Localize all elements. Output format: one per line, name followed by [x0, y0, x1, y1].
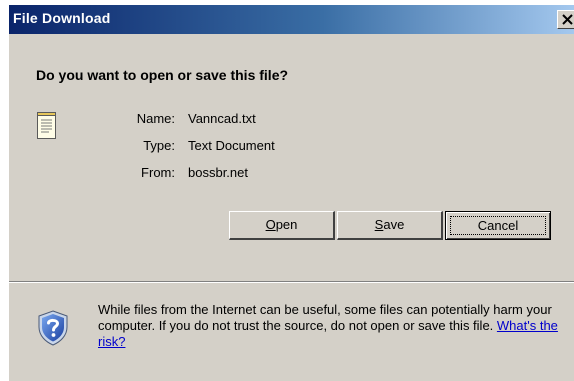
separator [9, 281, 574, 283]
close-button[interactable] [557, 10, 574, 29]
window-title: File Download [13, 10, 111, 26]
name-label: Name: [136, 111, 175, 126]
cancel-button[interactable]: Cancel [445, 211, 551, 240]
file-download-dialog: File Download Do you want to open or sav… [9, 5, 574, 381]
from-label: From: [141, 165, 175, 180]
text-document-icon [37, 112, 56, 139]
security-shield-question-icon [38, 310, 68, 346]
type-label: Type: [143, 138, 175, 153]
question-heading: Do you want to open or save this file? [36, 67, 289, 83]
open-label: pen [275, 217, 298, 232]
close-icon [562, 14, 573, 25]
open-accelerator: O [265, 217, 276, 232]
open-button[interactable]: Open [229, 211, 335, 240]
security-warning: While files from the Internet can be use… [98, 302, 573, 350]
save-label: ave [383, 217, 405, 232]
name-value: Vanncad.txt [188, 111, 256, 126]
warning-text: While files from the Internet can be use… [98, 302, 552, 333]
save-button[interactable]: Save [337, 211, 443, 240]
from-value: bossbr.net [188, 165, 248, 180]
type-value: Text Document [188, 138, 275, 153]
cancel-label: Cancel [477, 217, 519, 233]
title-bar[interactable]: File Download [9, 5, 574, 34]
